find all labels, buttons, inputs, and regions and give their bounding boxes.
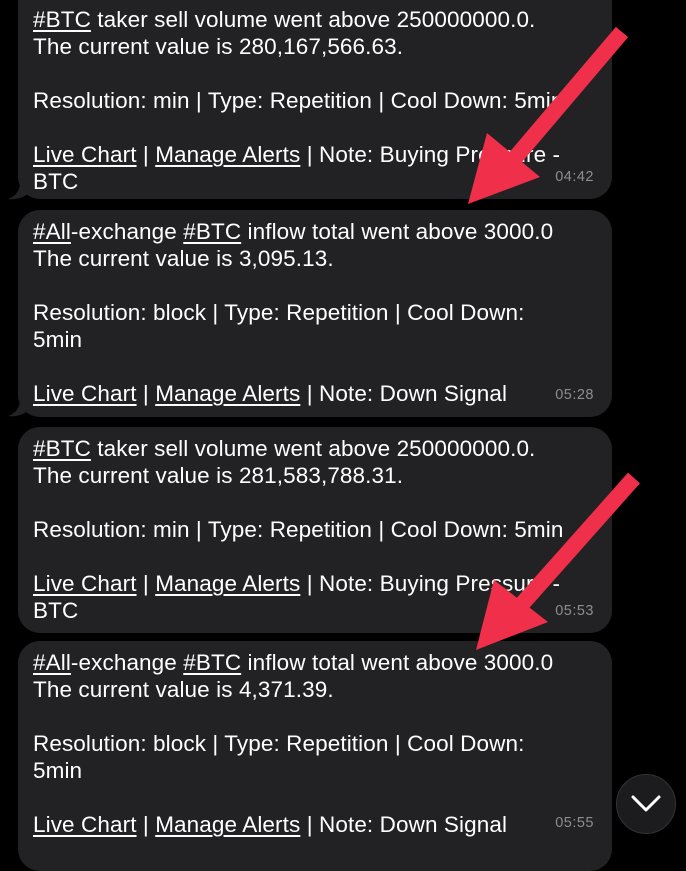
live-chart-link[interactable]: Live Chart — [33, 812, 137, 837]
separator: | — [136, 571, 156, 596]
manage-alerts-link[interactable]: Manage Alerts — [155, 571, 300, 596]
alert-meta-continued: 5min — [33, 327, 83, 352]
manage-alerts-link[interactable]: Manage Alerts — [155, 381, 300, 406]
manage-alerts-link[interactable]: Manage Alerts — [155, 142, 300, 167]
separator: | — [300, 571, 319, 596]
separator: | — [136, 812, 156, 837]
hashtag-btc-link[interactable]: #BTC — [33, 7, 91, 32]
manage-alerts-link[interactable]: Manage Alerts — [155, 812, 300, 837]
current-value: The current value is 280,167,566.63. — [33, 34, 404, 59]
message-timestamp: 04:42 — [555, 169, 594, 185]
alert-note-continued: BTC — [33, 598, 79, 623]
links-line: Live Chart | Manage Alerts | Note: Buyin… — [33, 570, 596, 597]
links-line: Live Chart | Manage Alerts | Note: Down … — [33, 811, 596, 838]
hashtag-all-link[interactable]: #All — [33, 650, 71, 675]
hashtag-all-link[interactable]: #All — [33, 219, 71, 244]
current-value: The current value is 4,371.39. — [33, 677, 334, 702]
hashtag-btc-link[interactable]: #BTC — [183, 219, 241, 244]
alert-title: taker sell volume went above 250000000.0… — [90, 436, 536, 461]
live-chart-link[interactable]: Live Chart — [33, 571, 137, 596]
current-value: The current value is 281,583,788.31. — [33, 463, 404, 488]
separator: | — [300, 812, 319, 837]
alert-title-part: -exchange — [70, 650, 184, 675]
message-timestamp: 05:55 — [555, 815, 594, 831]
live-chart-link[interactable]: Live Chart — [33, 142, 137, 167]
alert-note: Note: Buying Pressure - — [319, 571, 561, 596]
message-bubble[interactable]: #BTC taker sell volume went above 250000… — [18, 427, 612, 633]
hashtag-btc-link[interactable]: #BTC — [33, 436, 91, 461]
alert-title-line: #All-exchange #BTC inflow total went abo… — [33, 218, 596, 245]
alert-meta: Resolution: block | Type: Repetition | C… — [33, 300, 525, 325]
message-timestamp: 05:28 — [555, 387, 594, 403]
separator: | — [300, 142, 319, 167]
alert-note: Note: Buying Pressure - — [319, 142, 561, 167]
alert-note-continued: BTC — [33, 169, 79, 194]
alert-meta: Resolution: min | Type: Repetition | Coo… — [33, 517, 564, 542]
alert-title-line: #BTC taker sell volume went above 250000… — [33, 435, 596, 462]
separator: | — [136, 142, 156, 167]
alert-note: Note: Down Signal — [319, 812, 508, 837]
alert-title: inflow total went above 3000.0 — [241, 650, 554, 675]
message-bubble[interactable]: #BTC taker sell volume went above 250000… — [18, 0, 612, 199]
alert-meta: Resolution: block | Type: Repetition | C… — [33, 731, 525, 756]
alert-title-part: -exchange — [70, 219, 184, 244]
bubble-tail — [8, 399, 28, 417]
bubble-tail — [8, 182, 28, 200]
links-line: Live Chart | Manage Alerts | Note: Down … — [33, 380, 596, 407]
alert-title: inflow total went above 3000.0 — [241, 219, 554, 244]
message-timestamp: 05:53 — [555, 603, 594, 619]
live-chart-link[interactable]: Live Chart — [33, 381, 137, 406]
chevron-down-icon — [631, 795, 661, 812]
hashtag-btc-link[interactable]: #BTC — [183, 650, 241, 675]
alert-title: taker sell volume went above 250000000.0… — [90, 7, 536, 32]
message-bubble[interactable]: #All-exchange #BTC inflow total went abo… — [18, 641, 612, 871]
alert-title-line: #All-exchange #BTC inflow total went abo… — [33, 649, 596, 676]
alert-title-line: #BTC taker sell volume went above 250000… — [33, 6, 596, 33]
alert-meta: Resolution: min | Type: Repetition | Coo… — [33, 88, 564, 113]
scroll-to-bottom-button[interactable] — [616, 774, 676, 834]
alert-note: Note: Down Signal — [319, 381, 508, 406]
alert-meta-continued: 5min — [33, 758, 83, 783]
links-line: Live Chart | Manage Alerts | Note: Buyin… — [33, 141, 596, 168]
separator: | — [300, 381, 319, 406]
message-bubble[interactable]: #All-exchange #BTC inflow total went abo… — [18, 210, 612, 417]
current-value: The current value is 3,095.13. — [33, 246, 334, 271]
separator: | — [136, 381, 156, 406]
